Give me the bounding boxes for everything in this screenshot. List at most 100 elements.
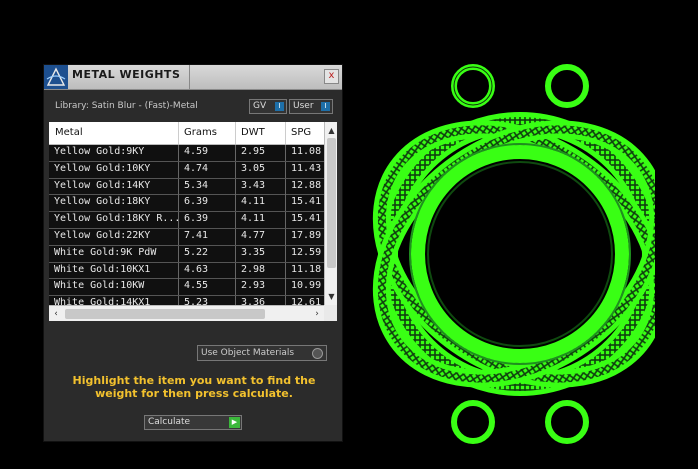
vertical-scrollbar[interactable]: ▲ ▼ — [324, 122, 337, 305]
gv-toggle-switch-icon: I — [275, 102, 284, 111]
metal-cell: White Gold:10KW — [54, 280, 145, 292]
cell-divider — [178, 161, 179, 178]
twisted-band-icon — [372, 112, 668, 396]
table-row[interactable]: Yellow Gold:10KY 4.74 3.05 11.43 — [49, 161, 324, 179]
grams-cell: 4.55 — [184, 280, 209, 292]
vertical-scroll-thumb[interactable] — [327, 138, 336, 268]
horizontal-scroll-thumb[interactable] — [65, 309, 265, 319]
table-row[interactable]: White Gold:10KW 4.55 2.93 10.99 — [49, 279, 324, 297]
scroll-down-icon[interactable]: ▼ — [325, 290, 337, 303]
user-toggle-label: User — [293, 101, 314, 111]
scroll-right-icon[interactable]: › — [310, 307, 324, 321]
cell-divider — [235, 262, 236, 279]
dwt-cell: 2.95 — [241, 146, 266, 157]
grams-cell: 4.74 — [184, 162, 209, 174]
inner-ring-icon — [409, 143, 631, 365]
cell-divider — [235, 178, 236, 195]
play-arrow-icon: ▶ — [229, 417, 240, 428]
cell-divider — [178, 212, 179, 229]
titlebar-divider — [189, 65, 190, 89]
spg-cell: 12.59 — [291, 246, 322, 258]
dwt-cell: 3.05 — [241, 162, 266, 174]
table-header: Metal Grams DWT SPG — [49, 122, 324, 145]
cell-divider — [178, 145, 179, 161]
column-divider — [235, 122, 236, 144]
instruction-text: Highlight the item you want to find the … — [72, 374, 316, 400]
gv-toggle[interactable]: GV I — [249, 99, 287, 114]
spg-cell: 12.88 — [291, 179, 322, 191]
metal-cell: White Gold:10KX1 — [54, 263, 151, 275]
cell-divider — [235, 212, 236, 229]
grams-cell: 6.39 — [184, 213, 209, 225]
metal-cell: Yellow Gold:22KY — [54, 229, 151, 241]
scroll-up-icon[interactable]: ▲ — [325, 124, 337, 137]
metal-weights-table: Metal Grams DWT SPG Yellow Gold:9KY 4.59 2… — [49, 122, 337, 321]
spg-cell: 17.89 — [291, 229, 322, 241]
cell-divider — [235, 245, 236, 262]
bottom-left-loop-icon — [451, 400, 495, 444]
bottom-right-loop-icon — [545, 400, 589, 444]
user-toggle[interactable]: User I — [289, 99, 333, 114]
scroll-left-icon[interactable]: ‹ — [49, 307, 63, 321]
dwt-cell: 2.98 — [241, 263, 266, 275]
dwt-cell: 4.77 — [241, 229, 266, 241]
table-row[interactable]: Yellow Gold:18KY R... 6.39 4.11 15.41 — [49, 212, 324, 229]
dwt-cell: 2.93 — [241, 280, 266, 292]
panel-title: METAL WEIGHTS — [72, 68, 181, 81]
cell-divider — [285, 228, 286, 245]
dwt-cell: 4.11 — [241, 196, 266, 208]
table-row[interactable]: White Gold:10KX1 4.63 2.98 11.18 — [49, 262, 324, 280]
grams-cell: 6.39 — [184, 196, 209, 208]
column-divider — [178, 122, 179, 144]
cell-divider — [285, 178, 286, 195]
calculate-label: Calculate — [148, 417, 191, 427]
column-header-dwt[interactable]: DWT — [241, 127, 265, 138]
close-icon[interactable]: x — [324, 69, 339, 84]
metal-cell: Yellow Gold:14KY — [54, 179, 151, 191]
cell-divider — [285, 212, 286, 229]
metal-cell: Yellow Gold:18KY — [54, 196, 151, 208]
top-left-loop-icon — [451, 64, 495, 108]
horizontal-scrollbar[interactable]: ‹ › — [49, 305, 324, 321]
grams-cell: 7.41 — [184, 229, 209, 241]
dwt-cell: 4.11 — [241, 213, 266, 225]
cell-divider — [285, 195, 286, 212]
cell-divider — [178, 195, 179, 212]
calculate-button[interactable]: Calculate ▶ — [144, 415, 242, 430]
column-header-metal[interactable]: Metal — [55, 127, 83, 138]
metal-cell: White Gold:9K PdW — [54, 246, 157, 258]
use-object-materials-label: Use Object Materials — [201, 348, 295, 358]
cell-divider — [178, 279, 179, 296]
metal-cell: Yellow Gold:18KY R... — [54, 213, 178, 225]
spg-cell: 15.41 — [291, 213, 322, 225]
grams-cell: 5.22 — [184, 246, 209, 258]
metal-cell: Yellow Gold:10KY — [54, 162, 151, 174]
grams-cell: 4.59 — [184, 146, 209, 157]
use-object-materials-option[interactable]: Use Object Materials — [197, 345, 327, 361]
spg-cell: 11.08 — [291, 146, 322, 157]
user-toggle-switch-icon: I — [321, 102, 330, 111]
spg-cell: 15.41 — [291, 196, 322, 208]
dwt-cell: 3.43 — [241, 179, 266, 191]
cell-divider — [235, 161, 236, 178]
column-header-grams[interactable]: Grams — [184, 127, 217, 138]
table-body: Yellow Gold:9KY 4.59 2.95 11.08 Yellow Gold:… — [49, 145, 324, 321]
ring-model-viewport[interactable] — [355, 60, 668, 454]
table-row[interactable]: Yellow Gold:9KY 4.59 2.95 11.08 — [49, 145, 324, 162]
table-row[interactable]: Yellow Gold:18KY 6.39 4.11 15.41 — [49, 195, 324, 213]
table-row[interactable]: Yellow Gold:14KY 5.34 3.43 12.88 — [49, 178, 324, 196]
table-row[interactable]: Yellow Gold:22KY 7.41 4.77 17.89 — [49, 228, 324, 246]
gv-toggle-label: GV — [253, 101, 267, 111]
column-divider — [285, 122, 286, 144]
cell-divider — [285, 262, 286, 279]
radio-icon[interactable] — [312, 348, 323, 359]
top-right-loop-icon — [545, 64, 589, 108]
panel-titlebar[interactable]: METAL WEIGHTS x — [44, 65, 342, 90]
cell-divider — [235, 279, 236, 296]
cell-divider — [285, 161, 286, 178]
metal-weights-panel: METAL WEIGHTS x Library: Satin Blur - (F… — [43, 64, 343, 442]
cell-divider — [235, 195, 236, 212]
table-row[interactable]: White Gold:9K PdW 5.22 3.35 12.59 — [49, 245, 324, 263]
cell-divider — [285, 245, 286, 262]
column-header-spg[interactable]: SPG — [291, 127, 311, 138]
